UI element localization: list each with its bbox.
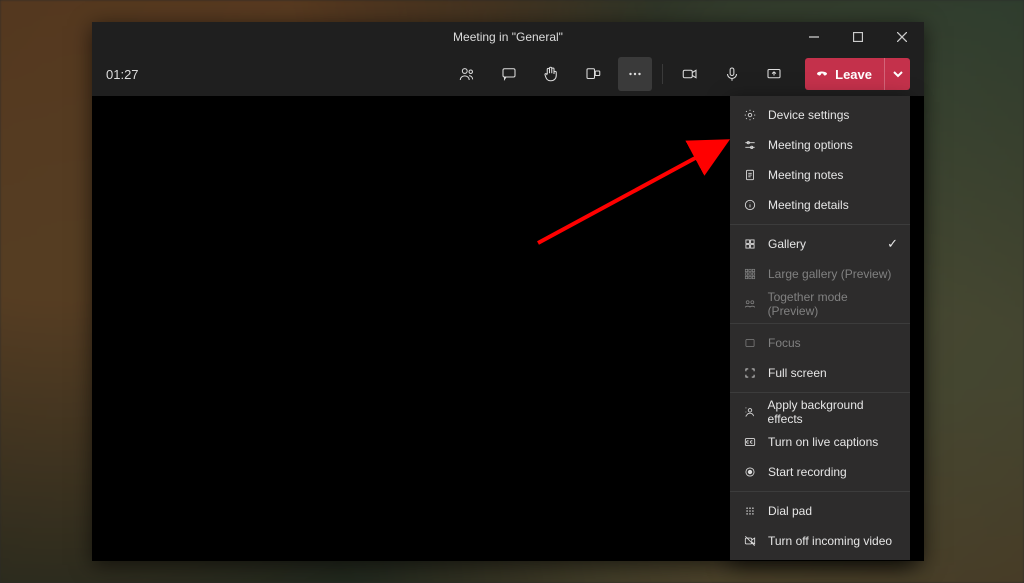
mic-button[interactable] [715,57,749,91]
video-off-icon [742,534,758,548]
grid-icon [742,237,758,251]
camera-icon [681,65,699,83]
meeting-toolbar: 01:27 [92,52,924,97]
minimize-icon [809,32,819,42]
menu-label: Apply background effects [768,398,898,426]
menu-label: Turn on live captions [768,435,878,449]
camera-button[interactable] [673,57,707,91]
menu-bg-effects[interactable]: Apply background effects [730,397,910,427]
gear-icon [742,108,758,122]
menu-together-mode: Together mode (Preview) [730,289,910,319]
chat-icon [500,65,518,83]
leave-group: Leave [805,58,910,90]
menu-live-captions[interactable]: Turn on live captions [730,427,910,457]
mic-icon [723,65,741,83]
menu-dial-pad[interactable]: Dial pad [730,496,910,526]
menu-meeting-details[interactable]: Meeting details [730,190,910,220]
menu-device-settings[interactable]: Device settings [730,100,910,130]
dialpad-icon [742,504,758,518]
together-icon [742,297,758,311]
info-icon [742,198,758,212]
menu-label: Large gallery (Preview) [768,267,891,281]
menu-label: Device settings [768,108,849,122]
menu-label: Full screen [768,366,827,380]
chat-button[interactable] [492,57,526,91]
close-icon [897,32,907,42]
menu-label: Gallery [768,237,806,251]
menu-separator [730,392,910,393]
hand-icon [542,65,560,83]
menu-separator [730,323,910,324]
menu-label: Meeting details [768,198,849,212]
fullscreen-icon [742,366,758,380]
menu-label: Turn off incoming video [768,534,892,548]
menu-label: Start recording [768,465,847,479]
menu-label: Meeting notes [768,168,843,182]
sliders-icon [742,138,758,152]
more-icon [626,65,644,83]
menu-large-gallery: Large gallery (Preview) [730,259,910,289]
menu-meeting-notes[interactable]: Meeting notes [730,160,910,190]
more-actions-menu: Device settings Meeting options Meeting … [730,96,910,560]
menu-label: Dial pad [768,504,812,518]
focus-icon [742,336,758,350]
share-icon [765,65,783,83]
participants-button[interactable] [450,57,484,91]
chevron-down-icon [893,69,903,79]
menu-start-recording[interactable]: Start recording [730,457,910,487]
notes-icon [742,168,758,182]
menu-label: Together mode (Preview) [768,290,898,318]
hangup-icon [815,67,829,81]
person-blur-icon [742,405,758,419]
menu-label: Focus [768,336,801,350]
menu-meeting-options[interactable]: Meeting options [730,130,910,160]
more-actions-button[interactable] [618,57,652,91]
menu-label: Meeting options [768,138,853,152]
leave-button[interactable]: Leave [805,58,884,90]
menu-focus: Focus [730,328,910,358]
titlebar: Meeting in "General" [92,22,924,52]
meeting-timer: 01:27 [106,67,176,82]
menu-gallery[interactable]: Gallery ✓ [730,229,910,259]
menu-separator [730,491,910,492]
leave-dropdown[interactable] [884,58,910,90]
captions-icon [742,435,758,449]
toolbar-separator [662,64,663,84]
raise-hand-button[interactable] [534,57,568,91]
check-icon: ✓ [887,236,898,252]
people-icon [458,65,476,83]
rooms-icon [584,65,602,83]
grid-large-icon [742,267,758,281]
maximize-button[interactable] [836,22,880,52]
record-icon [742,465,758,479]
share-button[interactable] [757,57,791,91]
menu-turn-off-incoming-video[interactable]: Turn off incoming video [730,526,910,556]
breakout-rooms-button[interactable] [576,57,610,91]
leave-label: Leave [835,67,872,82]
menu-separator [730,224,910,225]
maximize-icon [853,32,863,42]
close-button[interactable] [880,22,924,52]
minimize-button[interactable] [792,22,836,52]
meeting-window: Meeting in "General" 01:27 [92,22,924,561]
menu-full-screen[interactable]: Full screen [730,358,910,388]
